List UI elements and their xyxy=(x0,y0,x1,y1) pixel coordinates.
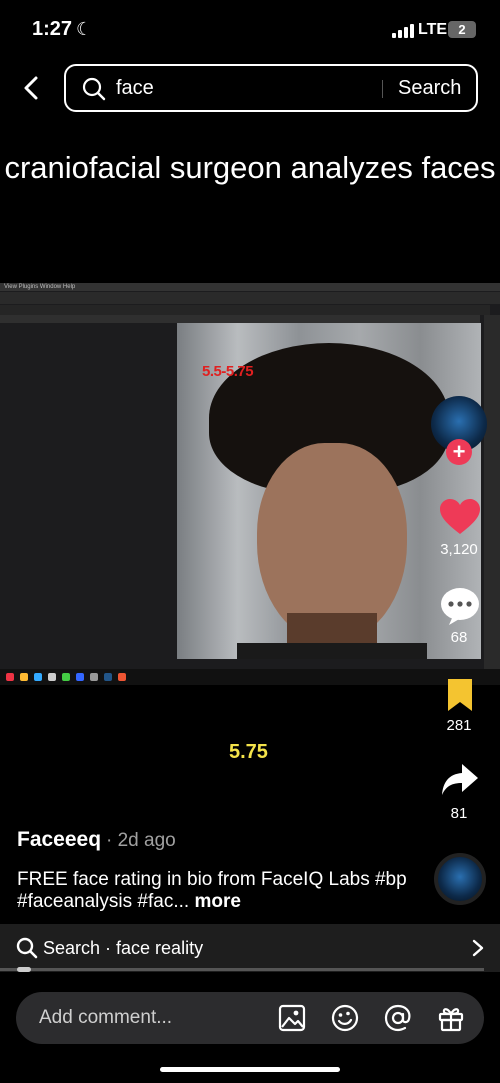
comment-icon[interactable] xyxy=(439,586,481,626)
author-name[interactable]: Faceeeq xyxy=(17,828,101,852)
editor-menu-bar: View Plugins Window Help xyxy=(0,283,500,291)
editor-canvas: 5.5-5.75 xyxy=(177,323,481,659)
editor-tabs xyxy=(0,305,490,315)
comment-count: 68 xyxy=(450,629,468,646)
save-count: 281 xyxy=(446,717,472,734)
share-icon[interactable] xyxy=(440,762,480,798)
video-progress-track[interactable] xyxy=(0,968,484,971)
search-icon xyxy=(82,77,106,101)
bookmark-icon[interactable] xyxy=(446,677,474,713)
comment-input[interactable]: Add comment... xyxy=(39,1007,172,1029)
emoji-icon[interactable] xyxy=(331,1004,359,1032)
sound-disc[interactable] xyxy=(434,853,486,905)
suggestion-label: Search · face reality xyxy=(43,938,204,958)
search-divider xyxy=(382,80,383,98)
chevron-right-icon xyxy=(472,939,484,957)
search-button[interactable]: Search xyxy=(398,77,461,100)
editor-ruler xyxy=(0,315,480,323)
like-count: 3,120 xyxy=(440,541,478,558)
taskbar-app-icon xyxy=(6,673,14,681)
post-time: · 2d ago xyxy=(106,830,176,851)
mention-icon[interactable] xyxy=(384,1004,412,1032)
taskbar-app-icon xyxy=(48,673,56,681)
follow-button[interactable]: + xyxy=(446,439,472,465)
home-indicator[interactable] xyxy=(160,1067,340,1072)
os-taskbar xyxy=(0,669,500,685)
comment-input-bar[interactable]: Add comment... xyxy=(16,992,484,1044)
heart-icon[interactable] xyxy=(439,498,481,536)
share-count: 81 xyxy=(450,805,468,822)
gift-icon[interactable] xyxy=(437,1004,465,1032)
taskbar-app-icon xyxy=(34,673,42,681)
video-progress-thumb[interactable] xyxy=(17,967,31,972)
signal-icon xyxy=(392,24,414,38)
battery-icon: 2 xyxy=(448,21,476,38)
taskbar-app-icon xyxy=(76,673,84,681)
onscreen-score: 5.75 xyxy=(229,741,268,763)
taskbar-app-icon xyxy=(62,673,70,681)
taskbar-app-icon xyxy=(104,673,112,681)
moon-icon: ☾ xyxy=(76,19,93,39)
search-icon xyxy=(16,937,38,959)
editor-side-panel xyxy=(484,315,500,675)
post-description[interactable]: FREE face rating in bio from FaceIQ Labs… xyxy=(17,869,417,913)
taskbar-app-icon xyxy=(118,673,126,681)
more-link[interactable]: more xyxy=(194,891,240,912)
search-input[interactable]: face xyxy=(116,77,154,100)
rating-overlay: 5.5-5.75 xyxy=(202,363,254,380)
network-type: LTE xyxy=(418,21,448,38)
taskbar-app-icon xyxy=(90,673,98,681)
search-bar[interactable]: face Search xyxy=(64,64,478,112)
editor-toolbar xyxy=(0,292,500,304)
back-icon[interactable] xyxy=(18,74,46,102)
taskbar-app-icon xyxy=(20,673,28,681)
image-icon[interactable] xyxy=(278,1004,306,1032)
search-suggestion-bar[interactable]: Search · face reality xyxy=(0,924,500,972)
video-player[interactable]: View Plugins Window Help 5.5-5.75 xyxy=(0,283,500,685)
shirt-shape xyxy=(237,643,427,659)
status-time: 1:27 xyxy=(32,18,73,40)
video-caption: craniofacial surgeon analyzes faces xyxy=(4,150,496,185)
